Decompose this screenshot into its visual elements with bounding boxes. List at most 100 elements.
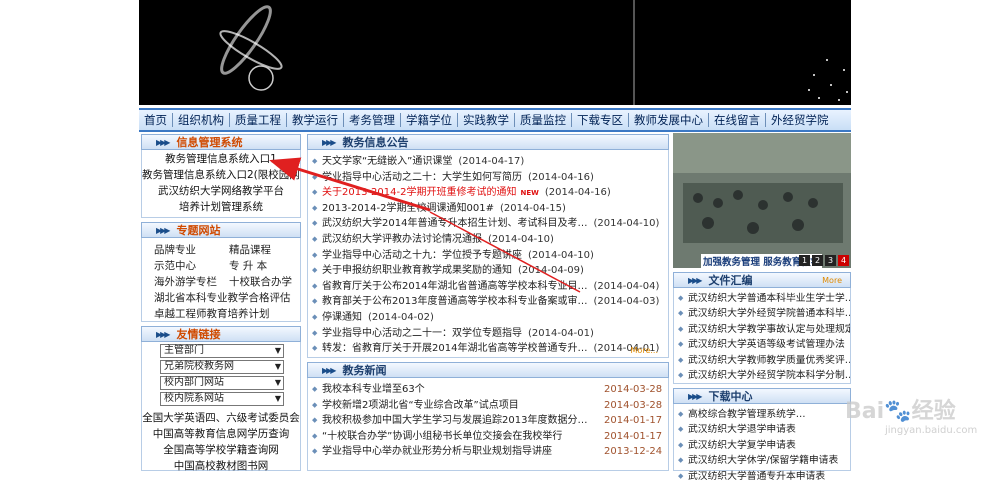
- notice-title[interactable]: 武汉纺织大学评教办法讨论情况通报: [322, 234, 482, 245]
- notice-title[interactable]: 学业指导中心活动之二十一：双学位专题指导: [322, 328, 522, 339]
- topic-link[interactable]: 卓越工程师教育培养计划: [142, 306, 300, 322]
- notice-item[interactable]: ◆ 武汉纺织大学2014年普通专升本招生计划、考试科目及考… (2014-04-10…: [308, 216, 668, 232]
- notice-title[interactable]: 关于2013-2014-2学期开班重修考试的通知: [322, 187, 516, 198]
- nav-teacher-center[interactable]: 教师发展中心: [629, 112, 708, 128]
- carousel-page-button[interactable]: 4: [838, 255, 849, 266]
- notice-item[interactable]: ◆ 2013-2014-2学期全校调课通知001# (2014-04-15): [308, 201, 668, 217]
- notice-title[interactable]: 2013-2014-2学期全校调课通知001#: [322, 203, 494, 214]
- nav-organization[interactable]: 组织机构: [173, 112, 229, 128]
- notice-item[interactable]: ◆ 省教育厅关于公布2014年湖北省普通高等学校本科专业目… (2014-04-04…: [308, 279, 668, 295]
- new-badge: NEW: [520, 189, 539, 198]
- notice-item[interactable]: ◆ 天文学家“无缝嵌入”通识课堂 (2014-04-17): [308, 154, 668, 170]
- notice-item[interactable]: ◆ 学业指导中心活动之二十一：双学位专题指导 (2014-04-01): [308, 326, 668, 342]
- news-item[interactable]: ◆ “十校联合办学”协调小组秘书长单位交接会在我校举行 2014-01-17: [308, 429, 668, 445]
- file-item[interactable]: ◆ 武汉纺织大学英语等级考试管理办法: [674, 337, 850, 352]
- info-mgmt-link[interactable]: 教务管理信息系统入口1: [142, 151, 300, 167]
- carousel-page-button[interactable]: 3: [825, 255, 836, 266]
- friend-link[interactable]: 全国高等学校学籍查询网: [142, 442, 300, 458]
- info-mgmt-link[interactable]: 武汉纺织大学网络教学平台: [142, 183, 300, 199]
- download-item[interactable]: ◆ 武汉纺织大学复学申请表: [674, 438, 850, 453]
- notice-title[interactable]: 省教育厅关于公布2014年湖北省普通高等学校本科专业目…: [322, 281, 587, 292]
- nav-exam-mgmt[interactable]: 考务管理: [344, 112, 400, 128]
- notice-item[interactable]: ◆ 停课通知 (2014-04-02): [308, 310, 668, 326]
- bullet-icon: ◆: [678, 440, 684, 449]
- news-title-text[interactable]: 学校新增2项湖北省“专业综合改革”试点项目: [322, 398, 604, 414]
- photo-carousel[interactable]: 加强教务管理 服务教育教学 1234: [673, 133, 851, 268]
- notices-more-link[interactable]: More...: [631, 346, 658, 355]
- topic-link[interactable]: 专 升 本: [229, 258, 304, 274]
- notice-item[interactable]: ◆ 学业指导中心活动之二十：大学生如何写简历 (2014-04-16): [308, 170, 668, 186]
- file-item[interactable]: ◆ 武汉纺织大学外经贸学院本科学分制…: [674, 368, 850, 383]
- nav-quality-monitor[interactable]: 质量监控: [515, 112, 571, 128]
- topic-link[interactable]: 精品课程: [229, 242, 304, 258]
- notice-date: (2014-04-16): [544, 187, 611, 199]
- notice-title[interactable]: 学业指导中心活动之十九：学位授予专题讲座: [322, 250, 522, 261]
- download-item[interactable]: ◆ 武汉纺织大学休学/保留学籍申请表: [674, 453, 850, 468]
- nav-foreign-trade[interactable]: 外经贸学院: [766, 112, 834, 128]
- bullet-icon: ◆: [678, 324, 684, 333]
- notice-item[interactable]: ◆ 关于2013-2014-2学期开班重修考试的通知 NEW (2014-04-16): [308, 185, 668, 201]
- bullet-icon: ◆: [312, 416, 318, 425]
- file-item[interactable]: ◆ 武汉纺织大学外经贸学院普通本科毕…: [674, 306, 850, 321]
- info-mgmt-link[interactable]: 教务管理信息系统入口2(限校园网访问): [142, 167, 300, 183]
- friend-link[interactable]: 全国大学英语四、六级考试委员会: [142, 410, 300, 426]
- notice-date: (2014-04-01): [528, 327, 594, 339]
- file-item[interactable]: ◆ 武汉纺织大学普通本科毕业生学士学…: [674, 291, 850, 306]
- download-item[interactable]: ◆ 高校综合教学管理系统学…: [674, 407, 850, 422]
- topic-link[interactable]: 海外游学专栏: [154, 274, 229, 290]
- notice-title[interactable]: 学业指导中心活动之二十：大学生如何写简历: [322, 172, 522, 183]
- topic-link[interactable]: 品牌专业: [154, 242, 229, 258]
- nav-home[interactable]: 首页: [139, 112, 172, 128]
- links-panel: 主管部门 ▼ 兄弟院校教务网 ▼ 校内部门网站 ▼ 校内院系网站 ▼ 全国大学英语四、六…: [141, 342, 301, 474]
- friend-link[interactable]: 中国高等教育信息网学历查询: [142, 426, 300, 442]
- notice-title[interactable]: 武汉纺织大学2014年普通专升本招生计划、考试科目及考…: [322, 218, 587, 229]
- bullet-icon: ◆: [312, 188, 318, 197]
- nav-quality-project[interactable]: 质量工程: [230, 112, 286, 128]
- news-item[interactable]: ◆ 我校本科专业增至63个 2014-03-28: [308, 382, 668, 398]
- news-title-text[interactable]: “十校联合办学”协调小组秘书长单位交接会在我校举行: [322, 429, 604, 445]
- nav-practice[interactable]: 实践教学: [458, 112, 514, 128]
- file-item-label: 武汉纺织大学教师教学质量优秀奖评…: [688, 354, 850, 366]
- notice-title[interactable]: 关于申报纺织职业教育教学成果奖励的通知: [322, 265, 512, 276]
- bullet-icon: ◆: [312, 157, 318, 165]
- news-title-text[interactable]: 我校本科专业增至63个: [322, 382, 604, 398]
- info-mgmt-header: ▶▶▶ 信息管理系统: [141, 134, 301, 150]
- notice-title[interactable]: 天文学家“无缝嵌入”通识课堂: [322, 156, 452, 167]
- select-authority[interactable]: 主管部门 ▼: [160, 344, 284, 358]
- notice-item[interactable]: ◆ 武汉纺织大学评教办法讨论情况通报 (2014-04-10): [308, 232, 668, 248]
- news-item[interactable]: ◆ 学业指导中心举办就业形势分析与职业规划指导讲座 2013-12-24: [308, 444, 668, 460]
- nav-message[interactable]: 在线留言: [709, 112, 765, 128]
- bullet-icon: ◆: [678, 309, 684, 318]
- news-item[interactable]: ◆ 我校积极参加中国大学生学习与发展追踪2013年度数据分… 2014-01-17: [308, 413, 668, 429]
- notice-title[interactable]: 停课通知: [322, 312, 362, 323]
- info-mgmt-link[interactable]: 培养计划管理系统: [142, 199, 300, 215]
- nav-student-status[interactable]: 学籍学位: [401, 112, 457, 128]
- news-item[interactable]: ◆ 学校新增2项湖北省“专业综合改革”试点项目 2014-03-28: [308, 398, 668, 414]
- news-title-text[interactable]: 我校积极参加中国大学生学习与发展追踪2013年度数据分…: [322, 413, 604, 429]
- topic-link[interactable]: 十校联合办学: [229, 274, 304, 290]
- select-campus-colleges[interactable]: 校内院系网站 ▼: [160, 392, 284, 406]
- file-item[interactable]: ◆ 武汉纺织大学教师教学质量优秀奖评…: [674, 353, 850, 368]
- notice-item[interactable]: ◆ 转发：省教育厅关于开展2014年湖北省高等学校普通专升… (2014-04-01…: [308, 341, 668, 357]
- select-campus-depts[interactable]: 校内部门网站 ▼: [160, 376, 284, 390]
- carousel-page-button[interactable]: 1: [799, 255, 810, 266]
- download-item[interactable]: ◆ 武汉纺织大学退学申请表: [674, 422, 850, 437]
- topic-link[interactable]: 湖北省本科专业教学合格评估: [142, 290, 300, 306]
- topics-title: 专题网站: [176, 224, 221, 237]
- news-title-text[interactable]: 学业指导中心举办就业形势分析与职业规划指导讲座: [322, 444, 604, 460]
- notice-item[interactable]: ◆ 教育部关于公布2013年度普通高等学校本科专业备案或审… (2014-04-03…: [308, 294, 668, 310]
- notice-title[interactable]: 教育部关于公布2013年度普通高等学校本科专业备案或审…: [322, 296, 587, 307]
- carousel-page-button[interactable]: 2: [812, 255, 823, 266]
- bullet-icon: ◆: [312, 385, 318, 393]
- select-sister-schools[interactable]: 兄弟院校教务网 ▼: [160, 360, 284, 374]
- nav-teaching-ops[interactable]: 教学运行: [287, 112, 343, 128]
- notice-item[interactable]: ◆ 关于申报纺织职业教育教学成果奖励的通知 (2014-04-09): [308, 263, 668, 279]
- download-item-label: 高校综合教学管理系统学…: [688, 409, 806, 420]
- files-more-link[interactable]: More: [822, 276, 842, 285]
- friend-link[interactable]: 中国高校教材图书网: [142, 458, 300, 474]
- nav-download[interactable]: 下载专区: [572, 112, 628, 128]
- notice-item[interactable]: ◆ 学业指导中心活动之十九：学位授予专题讲座 (2014-04-10): [308, 248, 668, 264]
- file-item[interactable]: ◆ 武汉纺织大学教学事故认定与处理规定: [674, 322, 850, 337]
- notice-title[interactable]: 转发：省教育厅关于开展2014年湖北省高等学校普通专升…: [322, 343, 587, 354]
- topic-link[interactable]: 示范中心: [154, 258, 229, 274]
